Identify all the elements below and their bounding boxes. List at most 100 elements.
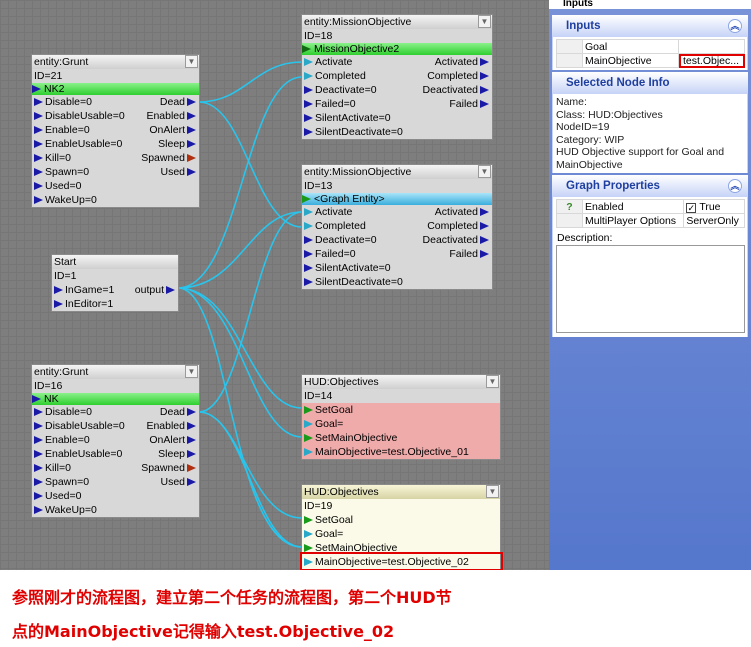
output-port[interactable]: Completed (427, 219, 489, 233)
graph-row-enabled[interactable]: ? Enabled ✓ True (556, 199, 745, 214)
input-port[interactable]: SilentActivate=0 (304, 111, 391, 125)
link-hud14-to-hud19 (198, 411, 303, 519)
graph-row-multiplayer[interactable]: MultiPlayer Options ServerOnly (556, 213, 745, 228)
output-port[interactable]: Completed (427, 69, 489, 83)
dropdown-icon[interactable]: ▼ (185, 55, 198, 68)
input-port[interactable]: EnableUsable=0 (34, 137, 122, 151)
input-port[interactable]: Spawn=0 (34, 165, 89, 179)
node-header[interactable]: entity:Grunt ▼ (32, 365, 199, 379)
input-port[interactable]: Failed=0 (304, 97, 356, 111)
input-port[interactable]: SetGoal (304, 403, 353, 417)
input-port[interactable]: Completed (304, 69, 366, 83)
checkbox-icon[interactable]: ✓ (686, 202, 697, 213)
node-header[interactable]: Start (52, 255, 178, 269)
input-port[interactable]: Used=0 (34, 489, 81, 503)
output-port[interactable]: Deactivated (423, 83, 489, 97)
input-port[interactable]: MainObjective=test.Objective_01 (304, 445, 469, 459)
output-port[interactable]: Sleep (158, 137, 196, 151)
node-entity-bar[interactable]: NK2 (32, 83, 199, 95)
input-port[interactable]: SilentActivate=0 (304, 261, 391, 275)
node-missionobjective-18[interactable]: entity:MissionObjective ▼ ID=18 MissionOb… (301, 14, 493, 140)
output-port[interactable]: Activated (435, 205, 489, 219)
output-port[interactable]: Deactivated (423, 233, 489, 247)
output-port[interactable]: Failed (449, 97, 489, 111)
output-port[interactable]: Spawned (141, 461, 196, 475)
input-port[interactable]: Activate (304, 55, 352, 69)
node-entity-bar[interactable]: NK (32, 393, 199, 405)
dropdown-icon[interactable]: ▼ (486, 485, 499, 498)
output-port[interactable]: Used (160, 165, 196, 179)
input-port[interactable]: InEditor=1 (54, 297, 113, 311)
node-title: HUD:Objectives (304, 486, 379, 498)
input-port[interactable]: Goal= (304, 527, 343, 541)
input-port[interactable]: SilentDeactivate=0 (304, 275, 403, 289)
inputs-section-header[interactable]: Inputs ︽ (552, 15, 748, 37)
input-port[interactable]: DisableUsable=0 (34, 419, 125, 433)
node-start-1[interactable]: Start ID=1 InGame=1 output InEditor=1 (51, 254, 179, 312)
node-header[interactable]: entity:MissionObjective ▼ (302, 15, 492, 29)
input-port[interactable]: Disable=0 (34, 405, 92, 419)
input-port[interactable]: SilentDeactivate=0 (304, 125, 403, 139)
output-port[interactable]: Dead (160, 405, 196, 419)
node-title: entity:MissionObjective (304, 166, 412, 178)
node-header[interactable]: HUD:Objectives ▼ (302, 375, 500, 389)
node-entity-bar[interactable]: <Graph Entity> (302, 193, 492, 205)
dropdown-icon[interactable]: ▼ (478, 15, 491, 28)
goal-value[interactable] (678, 39, 745, 54)
input-port[interactable]: Kill=0 (34, 461, 71, 475)
dropdown-icon[interactable]: ▼ (486, 375, 499, 388)
output-port[interactable]: Sleep (158, 447, 196, 461)
enabled-checkbox[interactable]: ✓ True (683, 199, 745, 214)
output-port[interactable]: Used (160, 475, 196, 489)
output-port[interactable]: Enabled (146, 109, 196, 123)
output-port[interactable]: Spawned (141, 151, 196, 165)
output-port[interactable]: Failed (449, 247, 489, 261)
input-port[interactable]: Failed=0 (304, 247, 356, 261)
input-port[interactable]: SetGoal (304, 513, 353, 527)
input-port[interactable]: Spawn=0 (34, 475, 89, 489)
mainobjective-value-field[interactable]: test.Objec... (678, 53, 745, 68)
output-port[interactable]: output (135, 283, 175, 297)
node-grunt-21[interactable]: entity:Grunt ▼ ID=21 NK2 Disable=0 Dead Di… (31, 54, 200, 208)
collapse-icon[interactable]: ︽ (728, 19, 742, 33)
input-port[interactable]: Completed (304, 219, 366, 233)
input-port[interactable]: EnableUsable=0 (34, 447, 122, 461)
input-port[interactable]: WakeUp=0 (34, 503, 97, 517)
input-arrow-icon (304, 100, 313, 108)
inputs-row-mainobjective[interactable]: MainObjective test.Objec... (556, 53, 745, 68)
input-port[interactable]: Deactivate=0 (304, 83, 377, 97)
output-port[interactable]: Dead (160, 95, 196, 109)
input-port[interactable]: Goal= (304, 417, 343, 431)
output-port[interactable]: Activated (435, 55, 489, 69)
graph-properties-header[interactable]: Graph Properties ︽ (552, 175, 748, 197)
input-port[interactable]: Used=0 (34, 179, 81, 193)
output-port[interactable]: Enabled (146, 419, 196, 433)
node-entity-bar[interactable]: MissionObjective2 (302, 43, 492, 55)
input-port[interactable]: InGame=1 (54, 283, 114, 297)
node-header[interactable]: HUD:Objectives ▼ (302, 485, 500, 499)
input-port[interactable]: Activate (304, 205, 352, 219)
input-port[interactable]: DisableUsable=0 (34, 109, 125, 123)
input-port[interactable]: Kill=0 (34, 151, 71, 165)
node-header[interactable]: entity:MissionObjective ▼ (302, 165, 492, 179)
input-port[interactable]: Deactivate=0 (304, 233, 377, 247)
flowgraph-canvas[interactable]: entity:Grunt ▼ ID=21 NK2 Disable=0 Dead Di… (0, 0, 549, 570)
input-port[interactable]: Enable=0 (34, 433, 90, 447)
dropdown-icon[interactable]: ▼ (185, 365, 198, 378)
node-missionobjective-13[interactable]: entity:MissionObjective ▼ ID=13 <Graph En… (301, 164, 493, 290)
input-port[interactable]: SetMainObjective (304, 431, 397, 445)
node-grunt-16[interactable]: entity:Grunt ▼ ID=16 NK Disable=0 Dead Dis… (31, 364, 200, 518)
node-hud-objectives-14[interactable]: HUD:Objectives ▼ ID=14 SetGoal Goal= SetM… (301, 374, 501, 460)
collapse-icon[interactable]: ︽ (728, 179, 742, 193)
selected-node-info-header[interactable]: Selected Node Info (552, 72, 748, 94)
description-textarea[interactable] (556, 245, 745, 333)
output-port[interactable]: OnAlert (149, 433, 196, 447)
inputs-row-goal[interactable]: Goal (556, 39, 745, 54)
multiplayer-options-value[interactable]: ServerOnly (683, 213, 745, 228)
dropdown-icon[interactable]: ▼ (478, 165, 491, 178)
input-port[interactable]: Disable=0 (34, 95, 92, 109)
input-port[interactable]: WakeUp=0 (34, 193, 97, 207)
node-header[interactable]: entity:Grunt ▼ (32, 55, 199, 69)
input-port[interactable]: Enable=0 (34, 123, 90, 137)
output-port[interactable]: OnAlert (149, 123, 196, 137)
